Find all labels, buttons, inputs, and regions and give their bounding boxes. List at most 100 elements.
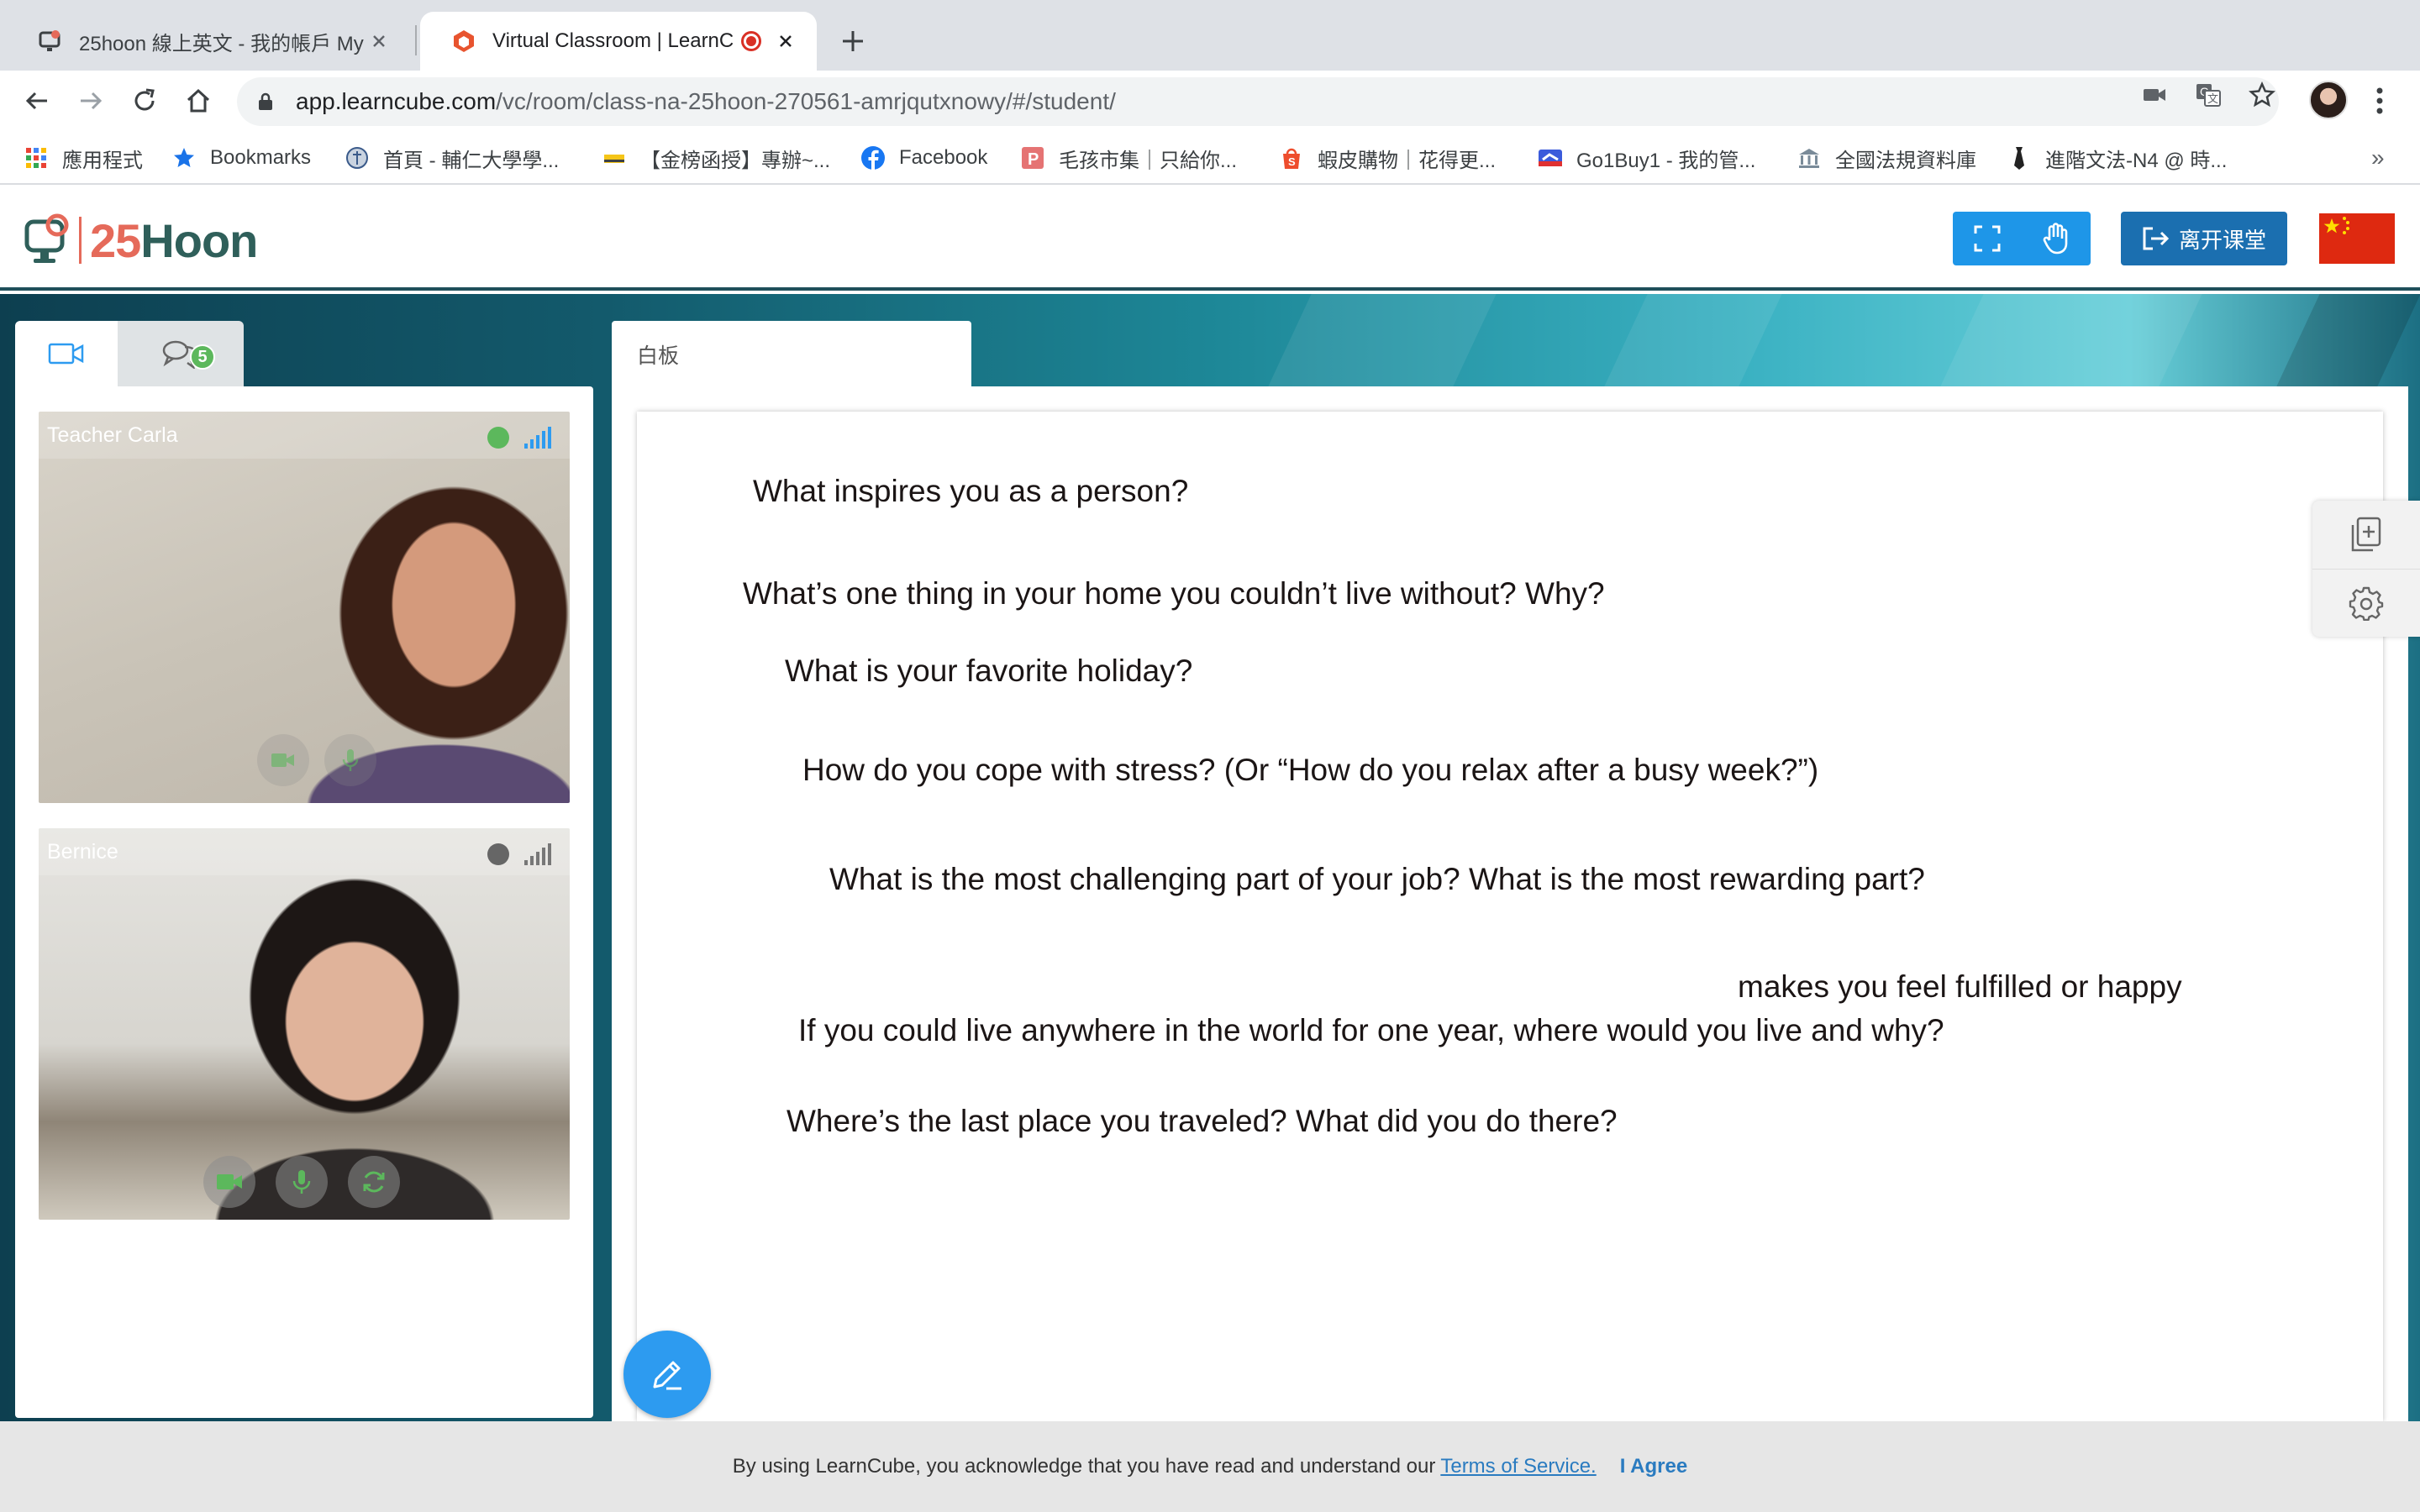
bookmark-label: 首頁 - 輔仁大學學... (383, 149, 560, 172)
tab-whiteboard[interactable]: 白板 (612, 321, 971, 388)
leave-classroom-button[interactable]: 离开课堂 (2121, 212, 2287, 265)
bookmark-label: 應用程式 (62, 149, 143, 172)
translate-icon[interactable]: G文 (2195, 81, 2222, 108)
whiteboard-side-toolbar (2312, 501, 2420, 637)
shopee-icon: S (1279, 145, 1304, 171)
star-icon (171, 145, 197, 171)
profile-avatar[interactable] (2309, 81, 2348, 119)
bookmark-label: Facebook (899, 146, 988, 169)
whiteboard-text: What is your favorite holiday? (785, 654, 1193, 688)
home-icon[interactable] (183, 86, 213, 116)
camera-icon (217, 1174, 242, 1189)
url-text: app.learncube.com/vc/room/class-na-25hoo… (296, 88, 1116, 114)
university-icon (345, 145, 370, 171)
close-tab-icon[interactable] (773, 29, 798, 54)
switch-camera-button[interactable] (348, 1156, 400, 1208)
logo-monitor-icon (24, 213, 69, 263)
book-icon (602, 145, 627, 171)
teacher-microphone-button[interactable] (324, 734, 376, 786)
learncube-favicon-icon (450, 28, 477, 55)
whiteboard-canvas[interactable]: What inspires you as a person? What’s on… (637, 412, 2383, 1421)
facebook-icon (860, 145, 886, 171)
student-video-tile: Bernice (39, 828, 570, 1220)
agree-button[interactable]: I Agree (1620, 1455, 1687, 1478)
bookmark-apps[interactable]: 應用程式 (24, 143, 143, 173)
back-arrow-icon[interactable] (22, 86, 52, 116)
browser-menu-icon[interactable] (2373, 84, 2386, 118)
bookmark-fju[interactable]: 首頁 - 輔仁大學學... (345, 143, 559, 173)
p-icon: P (1020, 145, 1045, 171)
fullscreen-button[interactable] (1953, 212, 2022, 265)
signal-strength-icon (523, 842, 553, 867)
pen-icon (653, 1361, 681, 1390)
svg-text:S: S (1288, 155, 1296, 168)
whiteboard-text: What inspires you as a person? (753, 474, 1189, 508)
whiteboard-text: How do you cope with stress? (Or “How do… (802, 753, 1819, 787)
whiteboard-text: If you could live anywhere in the world … (798, 1013, 1944, 1047)
bookmark-law-db[interactable]: 全國法規資料庫 (1797, 143, 1976, 173)
25hoon-logo: 25Hoon (24, 213, 258, 267)
bookmark-shopee[interactable]: S 蝦皮購物｜花得更... (1279, 143, 1496, 173)
bookmark-label: Go1Buy1 - 我的管... (1576, 149, 1756, 172)
bookmark-n4-grammar[interactable]: 進階文法-N4 @ 時... (2007, 143, 2227, 173)
exit-icon (2143, 227, 2170, 250)
teacher-camera-button[interactable] (257, 734, 309, 786)
add-page-button[interactable] (2312, 501, 2420, 569)
bookmark-label: 蝦皮購物｜花得更... (1318, 149, 1497, 172)
whiteboard-text: What’s one thing in your home you couldn… (743, 576, 1605, 611)
tab-virtual-classroom[interactable]: Virtual Classroom | LearnC (420, 12, 817, 71)
add-page-icon (2351, 517, 2381, 551)
lock-icon (255, 92, 276, 112)
svg-text:文: 文 (2207, 93, 2218, 106)
bookmark-bookmarks[interactable]: Bookmarks (171, 143, 311, 173)
online-status-dot (487, 427, 509, 449)
refresh-icon (363, 1171, 385, 1193)
chat-unread-badge: 5 (190, 344, 215, 370)
classroom-controls (1953, 212, 2091, 265)
whiteboard-text: makes you feel fulfilled or happy (1738, 969, 2182, 1004)
close-tab-icon[interactable] (366, 29, 392, 54)
terms-of-service-link[interactable]: Terms of Service. (1440, 1455, 1596, 1478)
tab-title: Virtual Classroom | LearnC (492, 29, 733, 52)
cookie-text: By using LearnCube, you acknowledge that… (732, 1455, 1436, 1478)
bookmark-label: 【金榜函授】專辦~... (640, 149, 831, 172)
new-tab-plus-icon[interactable] (835, 24, 871, 59)
microphone-icon (292, 1170, 311, 1194)
bookmark-label: 全國法規資料庫 (1835, 149, 1976, 172)
tab-25hoon-account[interactable]: 25hoon 線上英文 - 我的帳戶 My (7, 12, 410, 71)
tab-separator (415, 25, 417, 55)
language-flag-china[interactable] (2319, 213, 2395, 264)
student-microphone-button[interactable] (276, 1156, 328, 1208)
law-icon (1797, 145, 1822, 171)
whiteboard-text: Where’s the last place you traveled? Wha… (786, 1104, 1618, 1138)
whiteboard-settings-button[interactable] (2312, 569, 2420, 637)
bookmark-jinbang[interactable]: 【金榜函授】專辦~... (602, 143, 830, 173)
raise-hand-icon (2043, 223, 2068, 255)
recording-indicator-icon (741, 31, 761, 51)
microphone-icon (342, 749, 359, 771)
camera-in-use-icon[interactable] (2141, 81, 2168, 108)
tab-title: 25hoon 線上英文 - 我的帳戶 My (79, 32, 364, 55)
whiteboard-text: What is the most challenging part of you… (829, 862, 1925, 896)
apps-grid-icon (24, 145, 49, 171)
bookmark-maohai[interactable]: P 毛孩市集｜只給你... (1020, 143, 1237, 173)
teacher-video-tile: Teacher Carla (39, 412, 570, 803)
cookie-consent-banner: By using LearnCube, you acknowledge that… (0, 1421, 2420, 1512)
tab-chat[interactable]: 5 (118, 321, 244, 386)
bookmark-facebook[interactable]: Facebook (860, 143, 987, 173)
bookmarks-overflow-button[interactable]: » (2371, 144, 2391, 171)
student-camera-button[interactable] (203, 1156, 255, 1208)
gear-icon (2349, 586, 2384, 621)
reload-icon[interactable] (129, 86, 160, 116)
draw-pen-button[interactable] (623, 1331, 711, 1418)
tab-video[interactable] (15, 321, 118, 386)
logo-divider (79, 217, 82, 264)
bookmark-go1buy1[interactable]: Go1Buy1 - 我的管... (1538, 143, 1755, 173)
star-bookmark-icon[interactable] (2249, 81, 2275, 108)
bookmark-label: 進階文法-N4 @ 時... (2045, 149, 2228, 172)
browser-toolbar: app.learncube.com/vc/room/class-na-25hoo… (0, 71, 2420, 131)
forward-arrow-icon[interactable] (76, 86, 106, 116)
raise-hand-button[interactable] (2022, 212, 2091, 265)
address-bar[interactable]: app.learncube.com/vc/room/class-na-25hoo… (237, 77, 2279, 126)
signal-strength-icon (523, 425, 553, 450)
